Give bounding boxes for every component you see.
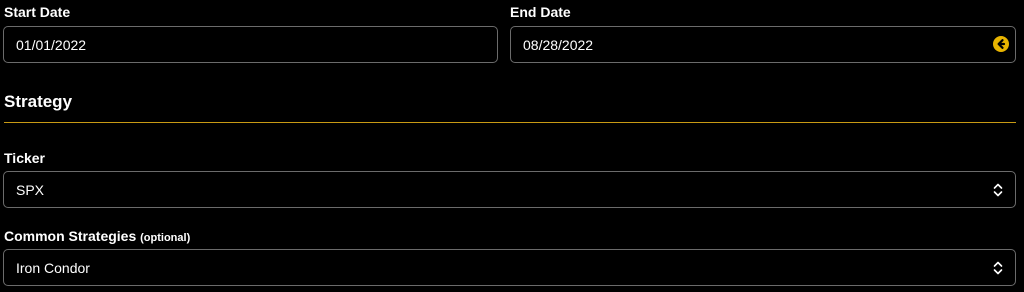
strategy-form: Start Date 01/01/2022 End Date 08/28/202… — [0, 0, 1024, 292]
end-date-input[interactable]: 08/28/2022 — [510, 26, 1016, 63]
end-date-value: 08/28/2022 — [523, 36, 594, 53]
common-strategies-value: Iron Condor — [16, 259, 90, 276]
section-title-strategy: Strategy — [4, 92, 73, 111]
start-date-value: 01/01/2022 — [16, 36, 87, 53]
end-date-label: End Date — [510, 4, 571, 20]
optional-tag: (optional) — [140, 232, 191, 244]
arrow-left-circle-icon[interactable] — [993, 36, 1009, 52]
common-strategies-select[interactable]: Iron Condor — [3, 249, 1016, 286]
start-date-input[interactable]: 01/01/2022 — [3, 26, 498, 63]
common-strategies-label: Common Strategies (optional) — [4, 228, 190, 244]
ticker-label: Ticker — [4, 150, 45, 166]
chevron-up-down-icon — [992, 181, 1004, 199]
section-divider — [4, 122, 1016, 123]
ticker-select[interactable]: SPX — [3, 171, 1016, 208]
ticker-value: SPX — [16, 181, 45, 198]
common-strategies-label-text: Common Strategies — [4, 228, 137, 244]
start-date-label: Start Date — [4, 4, 71, 20]
chevron-up-down-icon — [992, 259, 1004, 277]
